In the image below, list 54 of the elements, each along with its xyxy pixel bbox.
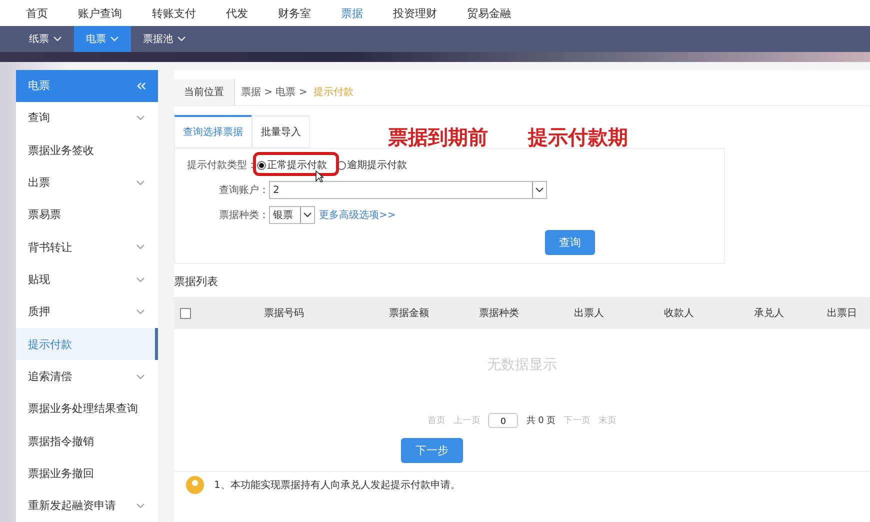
radio-option[interactable]: 正常提示付款 [257, 158, 327, 172]
sidebar-item[interactable]: 提示付款 [16, 328, 158, 360]
breadcrumb-path: 票据 > 电票 > [241, 86, 308, 98]
chevron-down-icon [177, 36, 186, 42]
chevron-down-icon [136, 502, 145, 509]
top-nav-item[interactable]: 投资理财 [393, 6, 451, 20]
field-label: 查询账户： [218, 184, 269, 197]
annotation-text: 提示付款期 [528, 124, 628, 151]
page-input[interactable]: 0 [488, 413, 518, 428]
column-header: 票据金额 [388, 306, 430, 320]
sub-nav-tab[interactable]: 票据池 [131, 26, 198, 52]
chevron-down-icon [136, 180, 145, 186]
tab[interactable]: 查询选择票据 [174, 115, 252, 148]
column-header: 收款人 [663, 307, 695, 320]
chevron-down-icon [136, 276, 145, 283]
column-header: 出票人 [573, 306, 605, 320]
field-label: 票据种类： [218, 208, 269, 222]
tab[interactable]: 批量导入 [252, 115, 310, 148]
chevron-down-icon [136, 308, 145, 315]
column-header: 承兑人 [753, 306, 785, 320]
sub-nav-tab[interactable]: 纸票 [17, 26, 74, 52]
column-header: 出票日 [826, 306, 858, 320]
chevron-down-icon [535, 187, 544, 193]
note-text: 1、本功能实现票据持有人向承兑人发起提示付款申请。 [214, 478, 460, 492]
annotation-text: 票据到期前 [388, 124, 488, 151]
column-header: 票据种类 [478, 306, 520, 320]
account-select[interactable]: 2 [269, 181, 547, 199]
page-total: 共 0 页 [526, 414, 556, 427]
top-nav-item[interactable]: 首页 [26, 6, 62, 20]
advanced-options-link[interactable]: 更多高级选项>> [319, 208, 396, 222]
top-nav-item[interactable]: 代发 [226, 6, 262, 20]
top-nav-item[interactable]: 账户查询 [78, 6, 136, 20]
breadcrumb-label: 当前位置 [174, 78, 235, 104]
column-header: 票据号码 [263, 307, 305, 320]
collapse-icon[interactable] [136, 82, 146, 90]
breadcrumb-current: 提示付款 [313, 86, 354, 98]
info-icon [186, 476, 204, 494]
top-nav-item[interactable]: 贸易金融 [467, 6, 525, 20]
chevron-down-icon [110, 36, 119, 42]
chevron-down-icon [136, 374, 145, 380]
top-nav-item[interactable]: 转账支付 [152, 6, 210, 20]
select-all-checkbox[interactable] [180, 308, 191, 318]
chevron-down-icon [136, 114, 145, 121]
section-title: 票据列表 [174, 274, 219, 289]
chevron-down-icon [136, 244, 145, 250]
bill-type-select[interactable]: 银票 [269, 206, 315, 224]
top-nav-item[interactable]: 财务室 [278, 6, 325, 20]
chevron-down-icon [53, 36, 62, 42]
field-label: 提示付款类型： [186, 158, 257, 172]
cursor-icon [315, 170, 324, 183]
radio-option[interactable]: 逾期提示付款 [337, 158, 407, 172]
sub-nav-tab[interactable]: 电票 [74, 26, 131, 52]
chevron-down-icon [303, 212, 312, 218]
sidebar-title: 电票 [28, 78, 50, 94]
